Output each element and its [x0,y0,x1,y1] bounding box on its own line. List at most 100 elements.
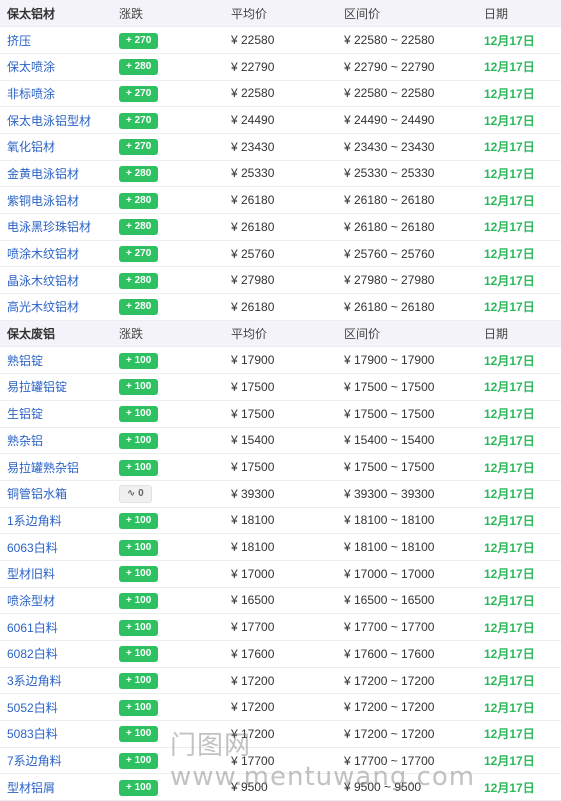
price-range: ¥ 17600 ~ 17600 [337,640,477,668]
avg-price: ¥ 16500 [224,587,337,615]
product-name-link[interactable]: 高光木纹铝材 [0,293,112,321]
change-cell: + 100 [112,533,224,561]
product-name-link[interactable]: 5083白料 [0,720,112,748]
product-name-link[interactable]: 晶泳木纹铝材 [0,266,112,295]
product-name-link[interactable]: 喷涂木纹铝材 [0,240,112,268]
date: 12月17日 [477,667,561,695]
avg-price: ¥ 17600 [224,640,337,668]
product-name-link[interactable]: 电泳黑珍珠铝材 [0,213,112,241]
price-range: ¥ 22790 ~ 22790 [337,53,477,81]
range-header: 区间价 [337,0,477,28]
product-name-link[interactable]: 紫铜电泳铝材 [0,186,112,214]
change-badge: + 100 [119,379,159,396]
change-badge: + 100 [119,673,159,690]
product-name-link[interactable]: 熟铝锭 [0,346,112,375]
table-row: 型材铝屑 + 100 ¥ 9500 ¥ 9500 ~ 9500 12月17日 [0,773,561,801]
avg-price-header: 平均价 [224,0,337,28]
change-badge: + 280 [119,272,159,289]
table-row: 易拉罐铝锭 + 100 ¥ 17500 ¥ 17500 ~ 17500 12月17日 [0,373,561,401]
avg-price: ¥ 27980 [224,266,337,295]
product-name-link[interactable]: 氧化铝材 [0,133,112,161]
product-name-link[interactable]: 铜管铝水箱 [0,480,112,508]
date: 12月17日 [477,587,561,615]
change-badge: + 100 [119,566,159,583]
product-name-link[interactable]: 熟杂铝 [0,427,112,455]
product-name-link[interactable]: 5052白料 [0,693,112,722]
change-cell: + 280 [112,186,224,214]
product-name-link[interactable]: 喷涂型材 [0,587,112,615]
product-name-link[interactable]: 6082白料 [0,640,112,668]
date: 12月17日 [477,186,561,214]
date: 12月17日 [477,213,561,241]
change-cell: + 100 [112,747,224,775]
product-name-link[interactable]: 6061白料 [0,613,112,641]
table-row: 电泳黑珍珠铝材 + 280 ¥ 26180 ¥ 26180 ~ 26180 12月17日 [0,213,561,241]
change-badge: + 100 [119,512,159,529]
change-badge: + 280 [119,59,159,76]
change-badge: + 100 [119,432,159,449]
product-name-link[interactable]: 易拉罐熟杂铝 [0,453,112,481]
change-cell: + 100 [112,720,224,748]
product-name-link[interactable]: 保太喷涂 [0,53,112,81]
product-name-link[interactable]: 金黄电泳铝材 [0,160,112,188]
product-name-link[interactable]: 非标喷涂 [0,80,112,108]
price-range: ¥ 25760 ~ 25760 [337,240,477,268]
price-range: ¥ 17200 ~ 17200 [337,667,477,695]
change-badge: + 100 [119,592,159,609]
price-range: ¥ 17900 ~ 17900 [337,346,477,375]
date: 12月17日 [477,533,561,561]
date: 12月17日 [477,346,561,375]
change-cell: + 100 [112,587,224,615]
avg-price-header: 平均价 [224,320,337,348]
table-row: 非标喷涂 + 270 ¥ 22580 ¥ 22580 ~ 22580 12月17日 [0,80,561,108]
change-cell: + 100 [112,667,224,695]
avg-price: ¥ 17200 [224,720,337,748]
date: 12月17日 [477,507,561,535]
product-name-link[interactable]: 挤压 [0,26,112,54]
price-range: ¥ 26180 ~ 26180 [337,213,477,241]
product-name-link[interactable]: 3系边角料 [0,667,112,695]
price-range: ¥ 15400 ~ 15400 [337,427,477,455]
date: 12月17日 [477,266,561,295]
change-cell: + 280 [112,266,224,295]
change-badge: + 270 [119,246,159,263]
table-row: 型材旧料 + 100 ¥ 17000 ¥ 17000 ~ 17000 12月17日 [0,560,561,588]
table-row: 氧化铝材 + 270 ¥ 23430 ¥ 23430 ~ 23430 12月17日 [0,133,561,161]
product-name-link[interactable]: 7系边角料 [0,747,112,775]
product-name-link[interactable]: 型材铝屑 [0,773,112,801]
change-cell: + 280 [112,160,224,188]
product-name-link[interactable]: 型材旧料 [0,560,112,588]
product-name-link[interactable]: 6063白料 [0,533,112,561]
avg-price: ¥ 26180 [224,186,337,214]
avg-price: ¥ 39300 [224,480,337,508]
change-cell: + 100 [112,560,224,588]
table-row: 保太喷涂 + 280 ¥ 22790 ¥ 22790 ~ 22790 12月17日 [0,53,561,81]
date: 12月17日 [477,747,561,775]
avg-price: ¥ 9500 [224,773,337,801]
table-row: 喷涂木纹铝材 + 270 ¥ 25760 ¥ 25760 ~ 25760 12月17日 [0,240,561,268]
date: 12月17日 [477,26,561,54]
product-name-link[interactable]: 易拉罐铝锭 [0,373,112,401]
change-header: 涨跌 [112,0,224,28]
change-cell: + 100 [112,613,224,641]
table-row: 6063白料 + 100 ¥ 18100 ¥ 18100 ~ 18100 12月17日 [0,533,561,561]
avg-price: ¥ 22580 [224,26,337,54]
price-range: ¥ 18100 ~ 18100 [337,507,477,535]
avg-price: ¥ 26180 [224,293,337,321]
avg-price: ¥ 17200 [224,693,337,722]
table-row: 生铝锭 + 100 ¥ 17500 ¥ 17500 ~ 17500 12月17日 [0,400,561,428]
price-range: ¥ 22580 ~ 22580 [337,80,477,108]
table-row: 7系边角料 + 100 ¥ 17700 ¥ 17700 ~ 17700 12月17日 [0,747,561,775]
avg-price: ¥ 17900 [224,346,337,375]
product-name-link[interactable]: 生铝锭 [0,400,112,428]
product-name-link[interactable]: 保太电泳铝型材 [0,106,112,134]
price-range: ¥ 17200 ~ 17200 [337,720,477,748]
change-badge: + 280 [119,299,159,316]
avg-price: ¥ 26180 [224,213,337,241]
date: 12月17日 [477,53,561,81]
avg-price: ¥ 17700 [224,613,337,641]
table-header-row: 保太废铝 涨跌 平均价 区间价 日期 [0,320,561,348]
avg-price: ¥ 17500 [224,453,337,481]
date: 12月17日 [477,240,561,268]
product-name-link[interactable]: 1系边角料 [0,507,112,535]
